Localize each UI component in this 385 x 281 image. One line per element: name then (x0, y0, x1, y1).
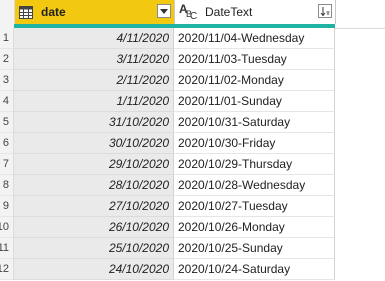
row-number[interactable]: 1 (0, 28, 14, 49)
column-header-date-label: date (41, 5, 66, 19)
cell-date[interactable]: 28/10/2020 (14, 175, 174, 196)
cell-date[interactable]: 31/10/2020 (14, 112, 174, 133)
table-row: 5 31/10/2020 2020/10/31-Saturday (0, 112, 385, 133)
calendar-icon[interactable] (19, 5, 33, 19)
empty-cell (335, 49, 385, 70)
cell-datetext[interactable]: 2020/11/03-Tuesday (174, 49, 335, 70)
row-number[interactable]: 6 (0, 133, 14, 154)
row-number[interactable]: 8 (0, 175, 14, 196)
cell-datetext[interactable]: 2020/10/28-Wednesday (174, 175, 335, 196)
cell-date[interactable]: 1/11/2020 (14, 91, 174, 112)
cell-date[interactable]: 26/10/2020 (14, 217, 174, 238)
cell-date[interactable]: 3/11/2020 (14, 49, 174, 70)
row-number[interactable]: 2 (0, 49, 14, 70)
abc-text-type-icon[interactable]: ABC (179, 3, 197, 22)
empty-cell (335, 196, 385, 217)
empty-cell (335, 238, 385, 259)
table-row: 2 3/11/2020 2020/11/03-Tuesday (0, 49, 385, 70)
empty-header-area (336, 0, 385, 24)
cell-datetext[interactable]: 2020/10/29-Thursday (174, 154, 335, 175)
table-row: 8 28/10/2020 2020/10/28-Wednesday (0, 175, 385, 196)
query-editor-data-grid: date ABC DateText 1 4/11/2020 2020/11/04… (0, 0, 385, 281)
row-number[interactable]: 4 (0, 91, 14, 112)
table-row: 10 26/10/2020 2020/10/26-Monday (0, 217, 385, 238)
row-number-header (0, 0, 15, 28)
cell-date[interactable]: 29/10/2020 (14, 154, 174, 175)
row-number[interactable]: 11 (0, 238, 14, 259)
cell-datetext[interactable]: 2020/10/26-Monday (174, 217, 335, 238)
column-header-datetext-label: DateText (205, 5, 253, 19)
row-number[interactable]: 5 (0, 112, 14, 133)
cell-datetext[interactable]: 2020/10/24-Saturday (174, 259, 335, 280)
table-row: 11 25/10/2020 2020/10/25-Sunday (0, 238, 385, 259)
filter-dropdown-button[interactable] (157, 4, 171, 18)
row-number[interactable]: 10 (0, 217, 14, 238)
sort-descending-icon (320, 7, 330, 16)
empty-cell (335, 217, 385, 238)
cell-date[interactable]: 27/10/2020 (14, 196, 174, 217)
table-row: 12 24/10/2020 2020/10/24-Saturday (0, 259, 385, 280)
cell-datetext[interactable]: 2020/11/02-Monday (174, 70, 335, 91)
cell-date[interactable]: 4/11/2020 (14, 28, 174, 49)
data-rows: 1 4/11/2020 2020/11/04-Wednesday 2 3/11/… (0, 28, 385, 280)
cell-date[interactable]: 24/10/2020 (14, 259, 174, 280)
table-row: 4 1/11/2020 2020/11/01-Sunday (0, 91, 385, 112)
empty-cell (335, 259, 385, 280)
cell-datetext[interactable]: 2020/10/27-Tuesday (174, 196, 335, 217)
table-row: 9 27/10/2020 2020/10/27-Tuesday (0, 196, 385, 217)
row-number[interactable]: 7 (0, 154, 14, 175)
empty-cell (335, 133, 385, 154)
column-header-date[interactable]: date (15, 0, 175, 24)
cell-date[interactable]: 2/11/2020 (14, 70, 174, 91)
cell-datetext[interactable]: 2020/10/25-Sunday (174, 238, 335, 259)
cell-datetext[interactable]: 2020/10/31-Saturday (174, 112, 335, 133)
row-number[interactable]: 3 (0, 70, 14, 91)
empty-cell (335, 175, 385, 196)
cell-datetext[interactable]: 2020/11/04-Wednesday (174, 28, 335, 49)
table-row: 7 29/10/2020 2020/10/29-Thursday (0, 154, 385, 175)
empty-cell (335, 91, 385, 112)
cell-datetext[interactable]: 2020/11/01-Sunday (174, 91, 335, 112)
column-header-datetext[interactable]: ABC DateText (175, 0, 336, 24)
table-row: 3 2/11/2020 2020/11/02-Monday (0, 70, 385, 91)
empty-cell (335, 70, 385, 91)
row-number[interactable]: 12 (0, 259, 14, 280)
empty-cell (335, 112, 385, 133)
empty-cell (335, 154, 385, 175)
chevron-down-icon (160, 8, 168, 14)
cell-date[interactable]: 30/10/2020 (14, 133, 174, 154)
table-row: 6 30/10/2020 2020/10/30-Friday (0, 133, 385, 154)
cell-datetext[interactable]: 2020/10/30-Friday (174, 133, 335, 154)
cell-date[interactable]: 25/10/2020 (14, 238, 174, 259)
sort-dropdown-button[interactable] (318, 4, 332, 18)
table-row: 1 4/11/2020 2020/11/04-Wednesday (0, 28, 385, 49)
row-number[interactable]: 9 (0, 196, 14, 217)
empty-cell (335, 28, 385, 49)
